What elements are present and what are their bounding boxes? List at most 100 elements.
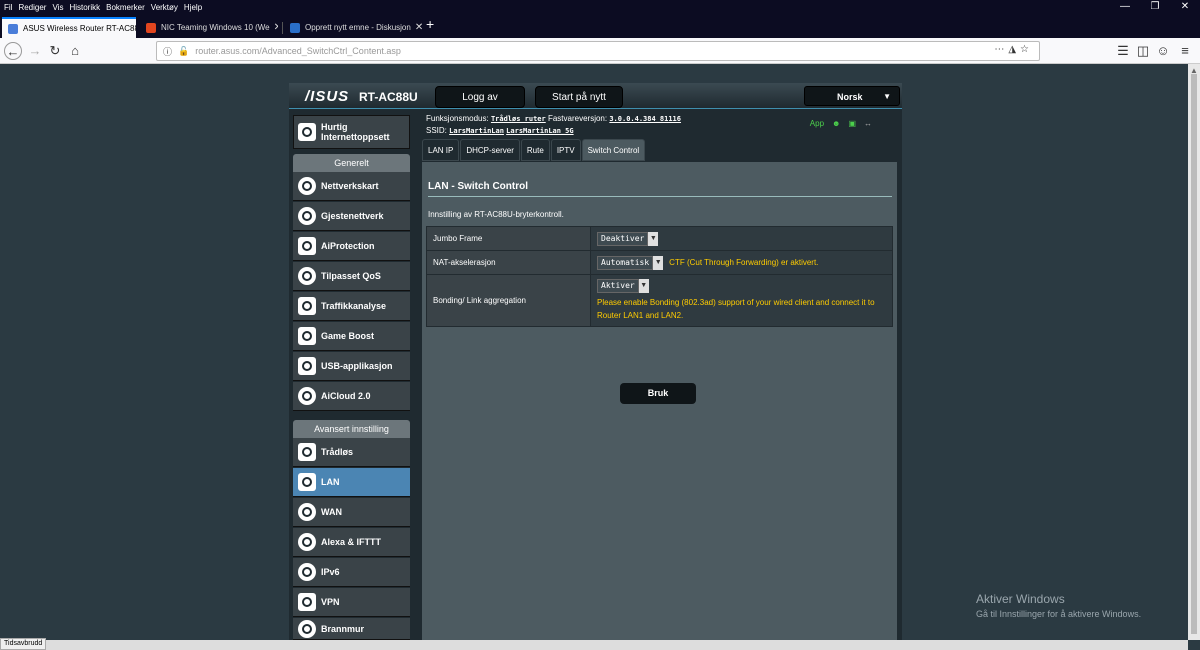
tab-route[interactable]: Rute xyxy=(520,139,550,161)
minimize-icon[interactable]: — xyxy=(1110,0,1140,14)
app-label[interactable]: App xyxy=(810,119,824,128)
router-main: Funksjonsmodus: Trådløs ruter Fastvareve… xyxy=(420,109,902,640)
sidebar-item-usb-app[interactable]: USB-applikasjon xyxy=(293,352,410,381)
close-tab-icon[interactable]: ✕ xyxy=(411,22,422,33)
sidebar-item-game-boost[interactable]: Game Boost xyxy=(293,322,410,351)
address-bar[interactable]: ⓘ 🔓 router.asus.com/Advanced_SwitchCtrl_… xyxy=(156,41,1040,61)
sidebar-item-firewall[interactable]: Brannmur xyxy=(293,618,410,640)
firmware-link[interactable]: 3.0.0.4.384_81116 xyxy=(609,115,681,123)
sidebar-item-wan[interactable]: WAN xyxy=(293,498,410,527)
back-icon[interactable]: ← xyxy=(4,42,22,60)
tab-strip: ASUS Wireless Router RT-AC88U ✕ NIC Team… xyxy=(0,14,1200,38)
page-title: LAN - Switch Control xyxy=(428,181,528,192)
menu-tools[interactable]: Verktøy xyxy=(151,3,178,12)
nat-acceleration-cell: Automatisk ▼ CTF (Cut Through Forwarding) … xyxy=(590,250,893,275)
close-tab-icon[interactable]: ✕ xyxy=(270,22,278,33)
menu-view[interactable]: Vis xyxy=(52,3,63,12)
sidebar-item-ipv6[interactable]: IPv6 xyxy=(293,558,410,587)
menu-history[interactable]: Historikk xyxy=(69,3,100,12)
hamburger-menu-icon[interactable]: ≡ xyxy=(1176,42,1194,60)
menu-edit[interactable]: Rediger xyxy=(18,3,46,12)
nat-acceleration-select[interactable]: Automatisk xyxy=(597,255,654,270)
horizontal-scrollbar[interactable] xyxy=(0,640,1188,650)
quick-setup-line1: Hurtig xyxy=(321,122,348,132)
network-map-icon xyxy=(298,177,316,195)
pocket-icon[interactable]: ◮ xyxy=(1008,44,1020,55)
sidebar-item-label: Game Boost xyxy=(321,331,375,341)
jumbo-frame-cell: Deaktiver ▼ xyxy=(590,226,893,251)
sidebar-item-guest-network[interactable]: Gjestenettverk xyxy=(293,202,410,231)
status-icons: App ☻ ▣ ↔ xyxy=(802,119,872,128)
jumbo-frame-select[interactable]: Deaktiver xyxy=(597,231,649,246)
home-icon[interactable]: ⌂ xyxy=(66,42,84,60)
sidebar-item-vpn[interactable]: VPN xyxy=(293,588,410,617)
library-icon[interactable]: ☰ xyxy=(1114,42,1132,60)
sidebar-item-network-map[interactable]: Nettverkskart xyxy=(293,172,410,201)
ssid-link-5g[interactable]: LarsMartinLan_5G xyxy=(506,127,573,135)
bonding-select[interactable]: Aktiver xyxy=(597,279,639,293)
firmware-label: Fastvareversjon: xyxy=(547,114,608,123)
gauge-icon xyxy=(298,267,316,285)
page-actions: ⋯◮☆ xyxy=(994,44,1033,55)
new-tab-button[interactable]: + xyxy=(426,16,434,32)
sidebar-item-qos[interactable]: Tilpasset QoS xyxy=(293,262,410,291)
more-actions-icon[interactable]: ⋯ xyxy=(994,44,1008,55)
status-bar: Tidsavbrudd xyxy=(0,638,47,650)
vertical-scrollbar[interactable]: ▲ xyxy=(1188,64,1200,640)
tab-separator xyxy=(282,22,283,34)
quick-internet-setup[interactable]: Hurtig Internettoppsett xyxy=(293,115,410,149)
network-status-icon[interactable]: ▣ xyxy=(848,119,856,128)
sidebar-item-traffic-analyzer[interactable]: Traffikkanalyse xyxy=(293,292,410,321)
chevron-down-icon[interactable]: ▼ xyxy=(648,231,659,246)
reload-icon[interactable]: ↻ xyxy=(46,42,64,60)
reboot-button[interactable]: Start på nytt xyxy=(535,86,623,108)
bookmark-star-icon[interactable]: ☆ xyxy=(1020,44,1033,55)
advanced-header: Avansert innstilling xyxy=(293,420,410,438)
tab-diskusjon[interactable]: Opprett nytt emne - Diskusjon ✕ xyxy=(284,17,422,38)
tab-asus-router[interactable]: ASUS Wireless Router RT-AC88U ✕ xyxy=(2,17,136,38)
mode-line: Funksjonsmodus: Trådløs ruter Fastvareve… xyxy=(426,113,681,125)
forward-icon[interactable]: → xyxy=(26,42,44,60)
language-select[interactable]: Norsk ▼ xyxy=(804,86,900,106)
logout-button[interactable]: Logg av xyxy=(435,86,525,108)
mode-link[interactable]: Trådløs ruter xyxy=(491,115,546,123)
router-page: /ISUS RT-AC88U Logg av Start på nytt Nor… xyxy=(289,83,902,640)
info-icon[interactable]: ⓘ xyxy=(163,45,172,58)
ssid-link-24g[interactable]: LarsMartinLan xyxy=(449,127,504,135)
restore-icon[interactable]: ❐ xyxy=(1140,0,1170,14)
chevron-down-icon[interactable]: ▼ xyxy=(638,279,649,293)
menu-bookmarks[interactable]: Bokmerker xyxy=(106,3,145,12)
menu-file[interactable]: Fil xyxy=(4,3,12,12)
scroll-thumb[interactable] xyxy=(1191,74,1197,634)
apply-button[interactable]: Bruk xyxy=(620,383,696,404)
gamepad-icon xyxy=(298,327,316,345)
sidebar-item-label: Brannmur xyxy=(321,623,365,634)
sidebar-item-label: USB-applikasjon xyxy=(321,361,393,371)
sidebar-item-label: WAN xyxy=(321,507,342,517)
sidebar-icon[interactable]: ◫ xyxy=(1134,42,1152,60)
tab-dhcp-server[interactable]: DHCP-server xyxy=(460,139,520,161)
page-description: Innstilling av RT-AC88U-bryterkontroll. xyxy=(428,210,564,219)
table-row: Bonding/ Link aggregation Aktiver ▼ Please… xyxy=(426,274,893,327)
tab-nic-teaming[interactable]: NIC Teaming Windows 10 (We ✕ xyxy=(140,17,278,38)
sidebar-item-label: Traffikkanalyse xyxy=(321,301,387,311)
sidebar-item-lan[interactable]: LAN xyxy=(293,468,410,497)
menu-help[interactable]: Hjelp xyxy=(184,3,202,12)
close-window-icon[interactable]: ✕ xyxy=(1170,0,1200,14)
sidebar-item-wireless[interactable]: Trådløs xyxy=(293,438,410,467)
tab-switch-control[interactable]: Switch Control xyxy=(581,139,646,161)
usb-status-icon[interactable]: ↔ xyxy=(864,119,872,128)
user-icon[interactable]: ☻ xyxy=(832,119,840,128)
quick-setup-label: Hurtig Internettoppsett xyxy=(321,122,390,142)
vpn-icon xyxy=(298,593,316,611)
sidebar-item-aiprotection[interactable]: AiProtection xyxy=(293,232,410,261)
chevron-down-icon[interactable]: ▼ xyxy=(653,255,664,270)
sidebar-item-aicloud[interactable]: AiCloud 2.0 xyxy=(293,382,410,411)
ctf-note: CTF (Cut Through Forwarding) er aktivert… xyxy=(669,257,819,267)
sidebar-item-alexa-ifttt[interactable]: Alexa & IFTTT xyxy=(293,528,410,557)
tab-lan-ip[interactable]: LAN IP xyxy=(422,139,460,161)
tab-iptv[interactable]: IPTV xyxy=(550,139,581,161)
bonding-note: Please enable Bonding (802.3ad) support … xyxy=(597,298,875,320)
account-icon[interactable]: ☺ xyxy=(1154,42,1172,60)
guest-network-icon xyxy=(298,207,316,225)
